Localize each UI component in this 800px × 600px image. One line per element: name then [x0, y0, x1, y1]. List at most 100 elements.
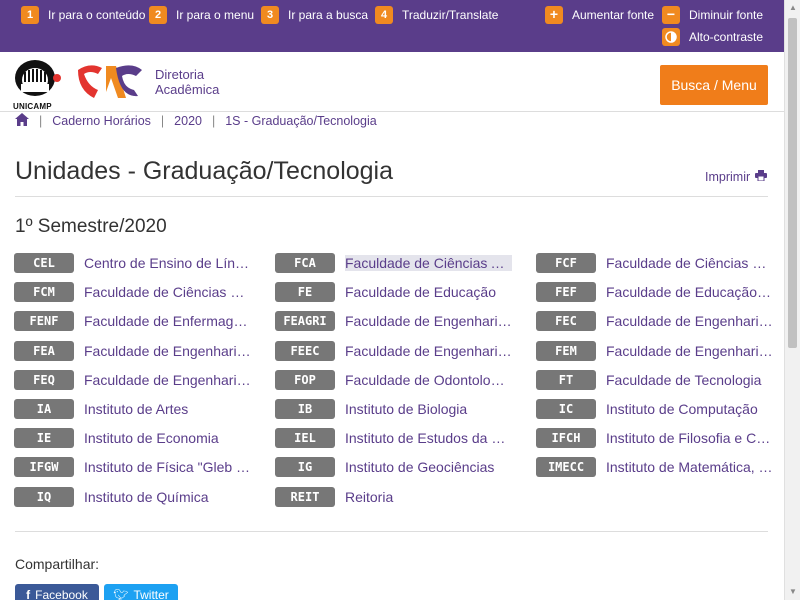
unit-name-link[interactable]: Instituto de Economia [84, 430, 251, 446]
unit-item[interactable]: FOP Faculdade de Odontologia de Piracicab… [275, 370, 512, 390]
unit-item[interactable]: FEF Faculdade de Educação Física [536, 282, 773, 302]
unit-item[interactable]: FE Faculdade de Educação [275, 282, 512, 302]
breadcrumb-item[interactable]: 1S - Graduação/Tecnologia [225, 114, 376, 128]
unit-name-link[interactable]: Faculdade de Engenharia Mecânica [606, 343, 773, 359]
unit-item[interactable]: IMECC Instituto de Matemática, Estatístic… [536, 457, 773, 477]
unit-code-badge[interactable]: FEF [536, 282, 596, 302]
scroll-thumb[interactable] [788, 18, 797, 348]
unit-code-badge[interactable]: IA [14, 399, 74, 419]
unit-item[interactable]: FCF Faculdade de Ciências Farmacêuticas [536, 253, 773, 273]
unit-code-badge[interactable]: IC [536, 399, 596, 419]
high-contrast-button[interactable]: Alto-contraste [662, 28, 763, 46]
print-link[interactable]: Imprimir [705, 170, 768, 184]
unit-name-link[interactable]: Faculdade de Engenharia Química [84, 372, 251, 388]
unit-item[interactable]: FEM Faculdade de Engenharia Mecânica [536, 341, 773, 361]
unit-code-badge[interactable]: FEA [14, 341, 74, 361]
unit-name-link[interactable]: Faculdade de Enfermagem [84, 313, 251, 329]
search-menu-button[interactable]: Busca / Menu [660, 65, 768, 105]
scroll-up-icon[interactable]: ▲ [788, 3, 798, 13]
unit-name-link[interactable]: Faculdade de Educação Física [606, 284, 773, 300]
unit-name-link[interactable]: Faculdade de Ciências Aplicadas [345, 255, 512, 271]
unit-name-link[interactable]: Faculdade de Engenharia de Alimentos [84, 343, 251, 359]
unit-name-link[interactable]: Instituto de Matemática, Estatística e C… [606, 459, 773, 475]
unit-name-link[interactable]: Instituto de Artes [84, 401, 251, 417]
unit-code-badge[interactable]: IG [275, 457, 335, 477]
unit-name-link[interactable]: Faculdade de Tecnologia [606, 372, 773, 388]
vertical-scrollbar[interactable]: ▲ ▼ [784, 0, 800, 600]
brand-name[interactable]: Diretoria Acadêmica [155, 67, 219, 97]
unit-item[interactable]: FEEC Faculdade de Engenharia Elétrica e d… [275, 341, 512, 361]
unit-item[interactable]: IEL Instituto de Estudos da Linguagem [275, 428, 512, 448]
unit-code-badge[interactable]: REIT [275, 487, 335, 507]
unit-code-badge[interactable]: FCF [536, 253, 596, 273]
unit-code-badge[interactable]: CEL [14, 253, 74, 273]
unit-name-link[interactable]: Instituto de Biologia [345, 401, 512, 417]
unit-item[interactable]: FEAGRI Faculdade de Engenharia Agrícola [275, 311, 512, 331]
unit-code-badge[interactable]: IMECC [536, 457, 596, 477]
breadcrumb-item[interactable]: Caderno Horários [52, 114, 151, 128]
unit-code-badge[interactable]: FOP [275, 370, 335, 390]
unit-code-badge[interactable]: IQ [14, 487, 74, 507]
unicamp-logo[interactable]: UNICAMP [13, 58, 61, 111]
unit-code-badge[interactable]: IFCH [536, 428, 596, 448]
unit-name-link[interactable]: Faculdade de Educação [345, 284, 512, 300]
unit-name-link[interactable]: Instituto de Física "Gleb Wataghin" [84, 459, 251, 475]
unit-code-badge[interactable]: FEAGRI [275, 311, 335, 331]
unit-name-link[interactable]: Instituto de Filosofia e Ciências Humana… [606, 430, 773, 446]
unit-code-badge[interactable]: FE [275, 282, 335, 302]
unit-item[interactable]: REIT Reitoria [275, 487, 512, 507]
twitter-share-button[interactable]: 🐦︎ Twitter [104, 584, 178, 600]
unit-item[interactable]: IFGW Instituto de Física "Gleb Wataghin" [14, 457, 251, 477]
scroll-down-icon[interactable]: ▼ [788, 587, 798, 597]
unit-item[interactable]: IQ Instituto de Química [14, 487, 251, 507]
unit-item[interactable]: IE Instituto de Economia [14, 428, 251, 448]
dac-logo[interactable] [76, 62, 144, 107]
unit-code-badge[interactable]: FT [536, 370, 596, 390]
unit-name-link[interactable]: Instituto de Química [84, 489, 251, 505]
unit-code-badge[interactable]: FEQ [14, 370, 74, 390]
increase-font-button[interactable]: + Aumentar fonte [545, 6, 654, 24]
unit-code-badge[interactable]: FCM [14, 282, 74, 302]
translate-link[interactable]: 4 Traduzir/Translate [375, 6, 498, 24]
unit-item[interactable]: FEC Faculdade de Engenharia Civil, Arquit… [536, 311, 773, 331]
unit-item[interactable]: IC Instituto de Computação [536, 399, 773, 419]
breadcrumb-item[interactable]: 2020 [174, 114, 202, 128]
home-icon[interactable] [15, 113, 29, 129]
unit-name-link[interactable]: Faculdade de Odontologia de Piracicaba [345, 372, 512, 388]
unit-name-link[interactable]: Instituto de Computação [606, 401, 773, 417]
unit-item[interactable]: IG Instituto de Geociências [275, 457, 512, 477]
unit-name-link[interactable]: Instituto de Geociências [345, 459, 512, 475]
unit-item[interactable]: FCM Faculdade de Ciências Médicas [14, 282, 251, 302]
skip-to-menu-link[interactable]: 2 Ir para o menu [149, 6, 254, 24]
unit-code-badge[interactable]: FCA [275, 253, 335, 273]
unit-name-link[interactable]: Centro de Ensino de Línguas [84, 255, 251, 271]
unit-item[interactable]: FEQ Faculdade de Engenharia Química [14, 370, 251, 390]
unit-code-badge[interactable]: IFGW [14, 457, 74, 477]
skip-to-search-link[interactable]: 3 Ir para a busca [261, 6, 368, 24]
facebook-share-button[interactable]: f Facebook [15, 584, 99, 600]
unit-code-badge[interactable]: IEL [275, 428, 335, 448]
unit-code-badge[interactable]: FEC [536, 311, 596, 331]
unit-item[interactable]: FEA Faculdade de Engenharia de Alimentos [14, 341, 251, 361]
unit-name-link[interactable]: Faculdade de Engenharia Agrícola [345, 313, 512, 329]
unit-item[interactable]: IA Instituto de Artes [14, 399, 251, 419]
unit-item[interactable]: IB Instituto de Biologia [275, 399, 512, 419]
unit-item[interactable]: FENF Faculdade de Enfermagem [14, 311, 251, 331]
skip-to-content-link[interactable]: 1 Ir para o conteúdo [21, 6, 145, 24]
unit-code-badge[interactable]: IE [14, 428, 74, 448]
decrease-font-button[interactable]: − Diminuir fonte [662, 6, 763, 24]
unit-code-badge[interactable]: FEM [536, 341, 596, 361]
unit-name-link[interactable]: Faculdade de Engenharia Civil, Arquitetu… [606, 313, 773, 329]
unit-name-link[interactable]: Reitoria [345, 489, 512, 505]
unit-code-badge[interactable]: FEEC [275, 341, 335, 361]
unit-item[interactable]: FCA Faculdade de Ciências Aplicadas [275, 253, 512, 273]
unit-name-link[interactable]: Instituto de Estudos da Linguagem [345, 430, 512, 446]
unit-item[interactable]: IFCH Instituto de Filosofia e Ciências Hu… [536, 428, 773, 448]
unit-code-badge[interactable]: IB [275, 399, 335, 419]
unit-code-badge[interactable]: FENF [14, 311, 74, 331]
unit-name-link[interactable]: Faculdade de Engenharia Elétrica e de Co… [345, 343, 512, 359]
unit-name-link[interactable]: Faculdade de Ciências Médicas [84, 284, 251, 300]
unit-item[interactable]: CEL Centro de Ensino de Línguas [14, 253, 251, 273]
unit-item[interactable]: FT Faculdade de Tecnologia [536, 370, 773, 390]
unit-name-link[interactable]: Faculdade de Ciências Farmacêuticas [606, 255, 773, 271]
